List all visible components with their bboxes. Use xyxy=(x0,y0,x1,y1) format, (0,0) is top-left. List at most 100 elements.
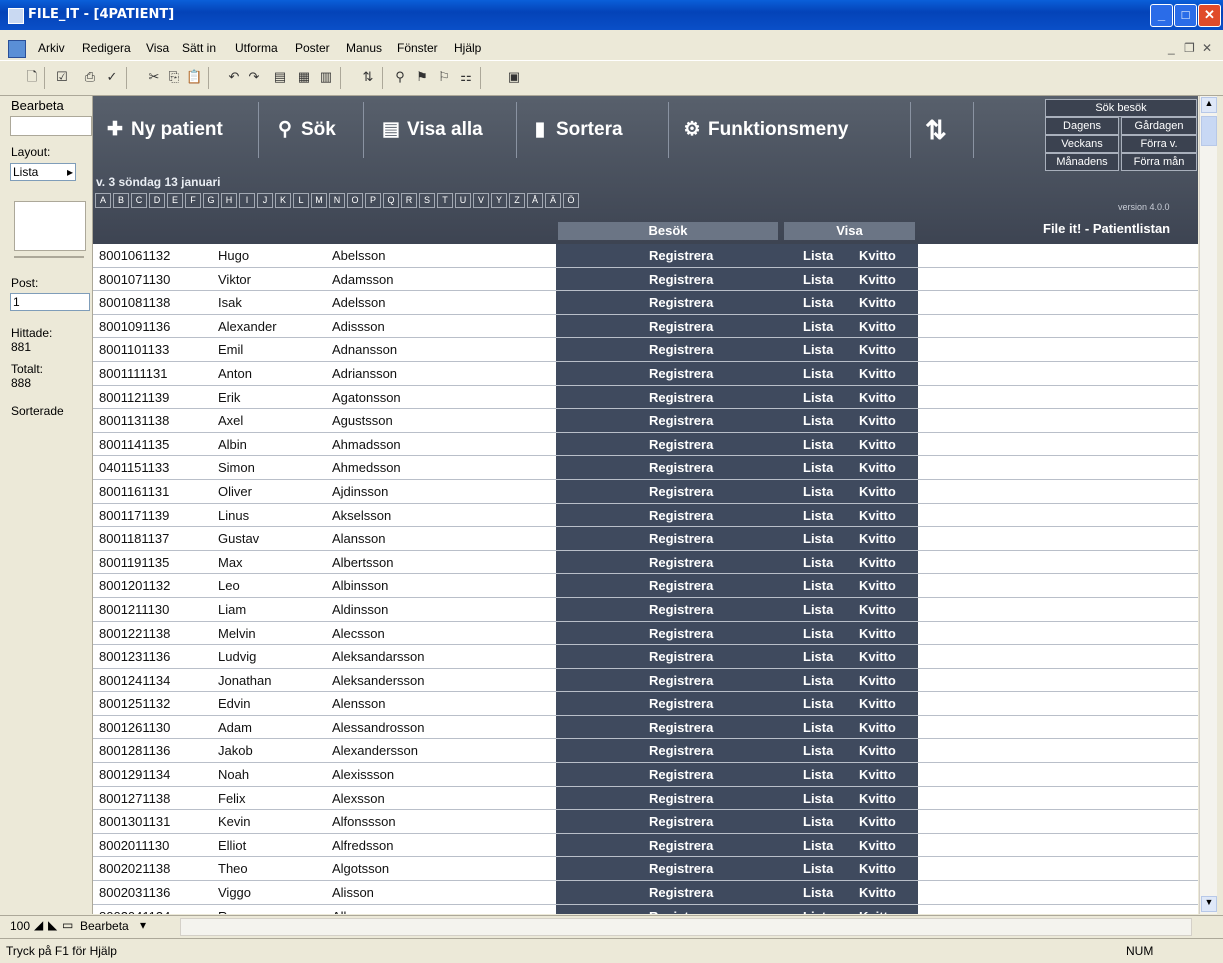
sort-icon[interactable]: ⇅ xyxy=(360,69,376,85)
find-icon[interactable]: ⚲ xyxy=(392,69,408,85)
letter-button[interactable]: F xyxy=(185,193,201,208)
help-icon[interactable]: ▣ xyxy=(506,69,522,85)
letter-button[interactable]: R xyxy=(401,193,417,208)
kvitto-link[interactable]: Kvitto xyxy=(859,413,896,428)
kvitto-link[interactable]: Kvitto xyxy=(859,814,896,829)
letter-button[interactable]: B xyxy=(113,193,129,208)
letter-button[interactable]: Å xyxy=(527,193,543,208)
registrera-link[interactable]: Registrera xyxy=(649,342,713,357)
minimize-button[interactable]: _ xyxy=(1150,4,1173,27)
registrera-link[interactable]: Registrera xyxy=(649,885,713,900)
registrera-link[interactable]: Registrera xyxy=(649,743,713,758)
table-row[interactable]: 8001291134 Noah Alexissson Registrera Lista K… xyxy=(93,763,1198,787)
letter-button[interactable]: C xyxy=(131,193,147,208)
document-icon[interactable] xyxy=(8,40,26,58)
scroll-down-icon[interactable]: ▼ xyxy=(1201,896,1217,912)
menu-satt-in[interactable]: Sätt in xyxy=(182,41,216,55)
lista-link[interactable]: Lista xyxy=(803,720,833,735)
kvitto-link[interactable]: Kvitto xyxy=(859,578,896,593)
table-row[interactable]: 8001091136 Alexander Adissson Registrera Lis… xyxy=(93,314,1198,339)
table-row[interactable]: 8001301131 Kevin Alfonssson Registrera Lista… xyxy=(93,810,1198,834)
scroll-thumb[interactable] xyxy=(1201,116,1217,146)
ny-patient-button[interactable]: ✚ Ny patient xyxy=(93,102,259,158)
horizontal-scrollbar[interactable] xyxy=(180,918,1192,936)
paste-icon[interactable]: 📋 xyxy=(186,69,202,85)
lista-link[interactable]: Lista xyxy=(803,508,833,523)
new-icon[interactable]: 🗋 xyxy=(24,69,40,85)
menu-fonster[interactable]: Fönster xyxy=(397,41,438,55)
sok-button[interactable]: ⚲ Sök xyxy=(263,102,364,158)
menu-manus[interactable]: Manus xyxy=(346,41,382,55)
gardagen-button[interactable]: Gårdagen xyxy=(1121,117,1197,135)
registrera-link[interactable]: Registrera xyxy=(649,909,713,914)
lista-link[interactable]: Lista xyxy=(803,626,833,641)
table-row[interactable]: 8001241134 Jonathan Aleksandersson Registre… xyxy=(93,668,1198,693)
maximize-button[interactable]: □ xyxy=(1174,4,1197,27)
lista-link[interactable]: Lista xyxy=(803,578,833,593)
table-row[interactable]: 8001071130 Viktor Adamsson Registrera Lista K… xyxy=(93,267,1198,292)
layout-select[interactable]: Lista ▸ xyxy=(10,163,76,181)
undo-icon[interactable]: ↶ xyxy=(226,69,242,85)
letter-button[interactable]: M xyxy=(311,193,327,208)
kvitto-link[interactable]: Kvitto xyxy=(859,909,896,914)
kvitto-link[interactable]: Kvitto xyxy=(859,673,896,688)
lista-link[interactable]: Lista xyxy=(803,767,833,782)
letter-button[interactable]: G xyxy=(203,193,219,208)
letter-button[interactable]: J xyxy=(257,193,273,208)
lista-link[interactable]: Lista xyxy=(803,696,833,711)
lista-link[interactable]: Lista xyxy=(803,602,833,617)
kvitto-link[interactable]: Kvitto xyxy=(859,649,896,664)
registrera-link[interactable]: Registrera xyxy=(649,838,713,853)
duplicate-record-icon[interactable]: ▦ xyxy=(296,69,312,85)
checkbox-icon[interactable]: ☑ xyxy=(54,69,70,85)
find-all-icon[interactable]: ⚑ xyxy=(414,69,430,85)
kvitto-link[interactable]: Kvitto xyxy=(859,885,896,900)
lista-link[interactable]: Lista xyxy=(803,484,833,499)
status-area-toggle-icon[interactable]: ▭ xyxy=(62,918,73,932)
table-row[interactable]: 8002011130 Elliot Alfredsson Registrera List… xyxy=(93,833,1198,858)
registrera-link[interactable]: Registrera xyxy=(649,437,713,452)
lista-link[interactable]: Lista xyxy=(803,838,833,853)
lista-link[interactable]: Lista xyxy=(803,861,833,876)
letter-button[interactable]: I xyxy=(239,193,255,208)
menu-visa[interactable]: Visa xyxy=(146,41,169,55)
sort-arrows-button[interactable]: ⇅ xyxy=(915,102,974,158)
kvitto-link[interactable]: Kvitto xyxy=(859,319,896,334)
registrera-link[interactable]: Registrera xyxy=(649,460,713,475)
zoom-in-icon[interactable]: ◣ xyxy=(48,918,57,932)
table-row[interactable]: 8001171139 Linus Akselsson Registrera Lista K… xyxy=(93,503,1198,528)
letter-button[interactable]: A xyxy=(95,193,111,208)
registrera-link[interactable]: Registrera xyxy=(649,814,713,829)
sortera-button[interactable]: ▮ Sortera xyxy=(518,102,669,158)
registrera-link[interactable]: Registrera xyxy=(649,319,713,334)
post-field[interactable]: 1 xyxy=(10,293,90,311)
lista-link[interactable]: Lista xyxy=(803,885,833,900)
letter-button[interactable]: Z xyxy=(509,193,525,208)
omit-icon[interactable]: ⚐ xyxy=(436,69,452,85)
lista-link[interactable]: Lista xyxy=(803,319,833,334)
kvitto-link[interactable]: Kvitto xyxy=(859,626,896,641)
lista-link[interactable]: Lista xyxy=(803,366,833,381)
lista-link[interactable]: Lista xyxy=(803,295,833,310)
kvitto-link[interactable]: Kvitto xyxy=(859,767,896,782)
letter-button[interactable]: S xyxy=(419,193,435,208)
menu-hjalp[interactable]: Hjälp xyxy=(454,41,481,55)
vertical-scrollbar[interactable]: ▲ ▼ xyxy=(1199,96,1217,914)
registrera-link[interactable]: Registrera xyxy=(649,366,713,381)
menu-poster[interactable]: Poster xyxy=(295,41,330,55)
lista-link[interactable]: Lista xyxy=(803,390,833,405)
table-row[interactable]: 8001161131 Oliver Ajdinsson Registrera Lista… xyxy=(93,479,1198,504)
new-record-icon[interactable]: ▤ xyxy=(272,69,288,85)
kvitto-link[interactable]: Kvitto xyxy=(859,508,896,523)
letter-button[interactable]: P xyxy=(365,193,381,208)
registrera-link[interactable]: Registrera xyxy=(649,649,713,664)
kvitto-link[interactable]: Kvitto xyxy=(859,602,896,617)
visa-alla-button[interactable]: ▤ Visa alla xyxy=(369,102,517,158)
registrera-link[interactable]: Registrera xyxy=(649,696,713,711)
doc-close-icon[interactable]: ✕ xyxy=(1202,41,1212,55)
lista-link[interactable]: Lista xyxy=(803,673,833,688)
kvitto-link[interactable]: Kvitto xyxy=(859,390,896,405)
kvitto-link[interactable]: Kvitto xyxy=(859,743,896,758)
kvitto-link[interactable]: Kvitto xyxy=(859,460,896,475)
table-row[interactable]: 8001131138 Axel Agustsson Registrera Lista Kv… xyxy=(93,409,1198,433)
